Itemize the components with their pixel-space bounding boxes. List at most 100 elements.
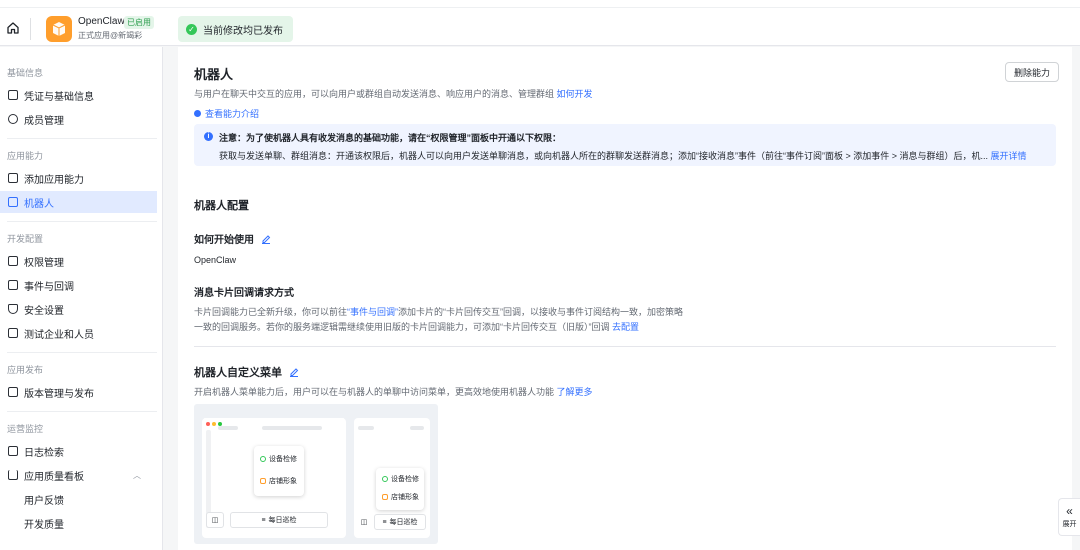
sidebar-item-credentials[interactable]: 凭证与基础信息 [0,84,157,106]
sidebar-group-dev-config: 开发配置 [7,234,44,244]
robot-icon [8,197,18,207]
chart-icon [8,470,18,480]
section-divider [194,346,1056,347]
sidebar-divider [7,138,157,139]
bottom-menu-text: 每日巡检 [389,519,418,526]
card-callback-line2: 一致的回调服务。若你的服务端逻辑需继续使用旧版的卡片回调能力，可添加“卡片回传交… [194,320,639,333]
sidebar-item-versions[interactable]: 版本管理与发布 [0,381,157,403]
preview-bot-icon: ◫ [356,514,372,530]
preview-menu-item-1: 设备检修 [260,454,297,464]
main-panel: 机器人 删除能力 与用户在聊天中交互的应用，可以向用户或群组自动发送消息、响应用… [178,47,1072,550]
preview-mobile-menu-item-2: 店铺形象 [382,492,419,502]
home-icon[interactable] [6,21,20,35]
callback-text-a: 卡片回调能力已全新升级，你可以前往 [194,307,348,317]
sidebar-item-members[interactable]: 成员管理 [0,108,157,130]
log-icon [8,446,18,456]
app-name: OpenClaw [78,16,125,27]
info-icon: i [204,132,213,141]
user-icon [8,114,18,124]
sidebar-item-robot[interactable]: 机器人 [0,191,157,213]
browser-strip [0,0,1080,8]
edit-icon[interactable] [261,234,271,244]
lock-icon [8,256,18,266]
capability-intro-link[interactable]: 查看能力介绍 [194,107,259,120]
sidebar-item-permissions[interactable]: 权限管理 [0,250,157,272]
expand-panel-tab[interactable]: « 展开 [1058,498,1080,536]
app-logo [46,16,72,42]
event-icon [8,280,18,290]
sidebar-item-events[interactable]: 事件与回调 [0,274,157,296]
sidebar-divider [7,352,157,353]
how-to-start-heading: 如何开始使用 [194,231,271,246]
sidebar-item-security[interactable]: 安全设置 [0,298,157,320]
sidebar-item-label: 日志检索 [24,447,64,459]
sidebar-item-label: 版本管理与发布 [24,388,94,400]
menu-item-text: 设备检修 [391,476,419,483]
sidebar-item-add-capability[interactable]: 添加应用能力 [0,167,157,189]
card-callback-heading: 消息卡片回调请求方式 [194,288,294,299]
description-text: 与用户在聊天中交互的应用，可以向用户或群组自动发送消息、响应用户的消息、管理群组 [194,89,555,99]
remove-capability-button[interactable]: 删除能力 [1005,62,1060,82]
publish-status-text: 当前修改均已发布 [203,25,283,37]
sidebar-item-label: 添加应用能力 [24,174,84,186]
box-icon [52,22,66,36]
test-icon [8,328,18,338]
expand-label: 展开 [1062,521,1077,528]
bottom-menu-text: 每日巡检 [268,517,297,524]
edit-icon[interactable] [289,367,299,377]
store-icon [382,494,388,500]
sidebar-group-capabilities: 应用能力 [7,151,44,161]
preview-desktop-window: 设备检修 店铺形象 ◫ ≡ 每日巡检 [202,418,346,538]
sidebar-item-label: 应用质量看板 [24,471,84,483]
preview-mobile-bottom-menu: ≡ 每日巡检 [374,514,426,530]
sidebar-item-feedback[interactable]: 用户反馈 [0,488,157,510]
notice-body-text: 获取与发送单聊、群组消息：开通该权限后，机器人可以向用户发送单聊消息，或向机器人… [219,151,989,161]
sidebar-item-label: 安全设置 [24,305,64,317]
sidebar-item-label: 凭证与基础信息 [24,91,94,103]
custom-menu-heading: 机器人自定义菜单 [194,364,299,380]
sidebar-group-basic: 基础信息 [7,68,44,78]
app-subtitle: 正式应用@新竭彩 [78,31,143,40]
page-title: 机器人 [194,67,234,82]
permission-notice: i 注意：为了使机器人具有收发消息的基础功能，请在“权限管理”面板中开通以下权限… [194,124,1056,166]
how-to-start-value: OpenClaw [194,255,237,265]
wrench-icon [260,456,266,462]
page-description: 与用户在聊天中交互的应用，可以向用户或群组自动发送消息、响应用户的消息、管理群组… [194,87,593,100]
id-card-icon [8,90,18,100]
callback-text-b: 添加卡片的“卡片回传交互”回调，以接收与事件订阅结构一致，加密策略 [398,307,684,317]
double-chevron-left-icon: « [1066,504,1073,518]
events-callback-link[interactable]: “事件与回调” [347,307,398,317]
expand-details-link[interactable]: 展开详情 [991,151,1027,161]
sidebar-item-dev-quality[interactable]: 开发质量 [0,512,157,534]
configure-link[interactable]: 去配置 [612,322,639,332]
play-icon [194,110,201,117]
preview-mobile-menu-item-1: 设备检修 [382,474,419,484]
wrench-icon [382,476,388,482]
preview-mobile-menu-card: 设备检修 店铺形象 [376,468,424,510]
chevron-up-icon[interactable]: ︿ [133,470,141,481]
how-to-develop-link[interactable]: 如何开发 [557,89,593,99]
menu-item-text: 店铺形象 [391,494,419,501]
preview-menu-item-2: 店铺形象 [260,476,297,486]
sidebar-group-release: 应用发布 [7,365,44,375]
upload-icon [8,387,18,397]
menu-preview-illustration: 设备检修 店铺形象 ◫ ≡ 每日巡检 设备检修 店铺形象 ◫ ≡ 每日巡检 [194,404,438,544]
custom-menu-description: 开启机器人菜单能力后，用户可以在与机器人的单聊中访问菜单，更高效地使用机器人功能… [194,385,593,398]
learn-more-link[interactable]: 了解更多 [557,387,593,397]
menu-item-text: 店铺形象 [269,478,297,485]
sidebar-item-label: 权限管理 [24,257,64,269]
grid-icon [8,173,18,183]
how-to-start-text: 如何开始使用 [194,235,254,246]
notice-body: 获取与发送单聊、群组消息：开通该权限后，机器人可以向用户发送单聊消息，或向机器人… [219,149,1027,162]
preview-bottom-menu: ≡ 每日巡检 [230,512,328,528]
sidebar-item-quality[interactable]: 应用质量看板 ︿ [0,464,157,486]
sidebar-item-logs[interactable]: 日志检索 [0,440,157,462]
sidebar: 基础信息 凭证与基础信息 成员管理 应用能力 添加应用能力 机器人 开发配置 权… [0,47,163,550]
divider [30,18,31,40]
sidebar-divider [7,411,157,412]
sidebar-item-label: 事件与回调 [24,281,74,293]
menu-item-text: 设备检修 [269,456,297,463]
sidebar-item-label: 开发质量 [24,519,64,531]
sidebar-item-test-users[interactable]: 测试企业和人员 [0,322,157,344]
app-status-tag: 已启用 [124,16,154,29]
